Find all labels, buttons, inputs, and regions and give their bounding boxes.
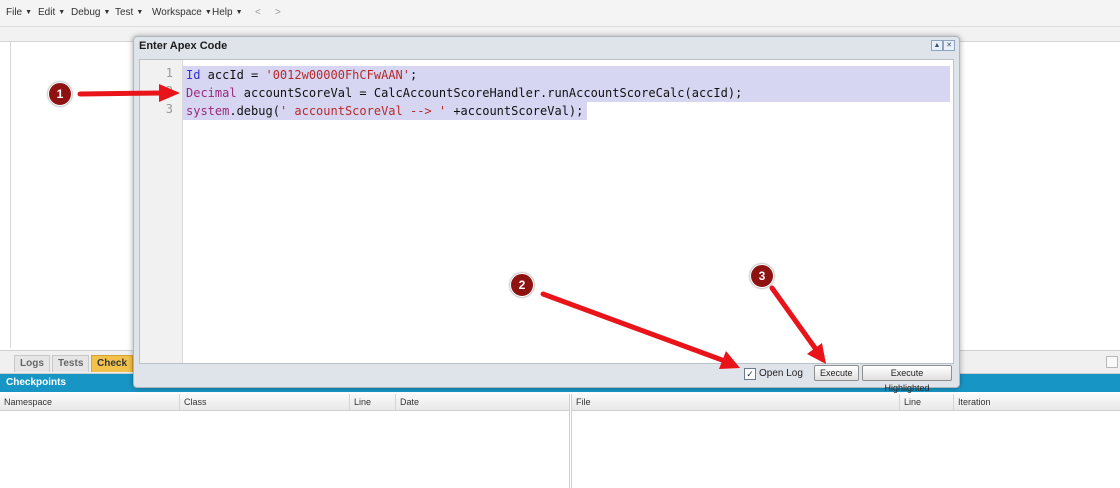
annotation-arrows	[77, 84, 826, 369]
annotation-badge-2: 2	[510, 273, 534, 297]
annotation-badge-1: 1	[48, 82, 72, 106]
annotation-badge-3: 3	[750, 264, 774, 288]
annotation-arrow-2	[540, 291, 740, 369]
annotation-arrow-3	[769, 285, 826, 364]
annotation-arrow-1	[77, 84, 180, 102]
